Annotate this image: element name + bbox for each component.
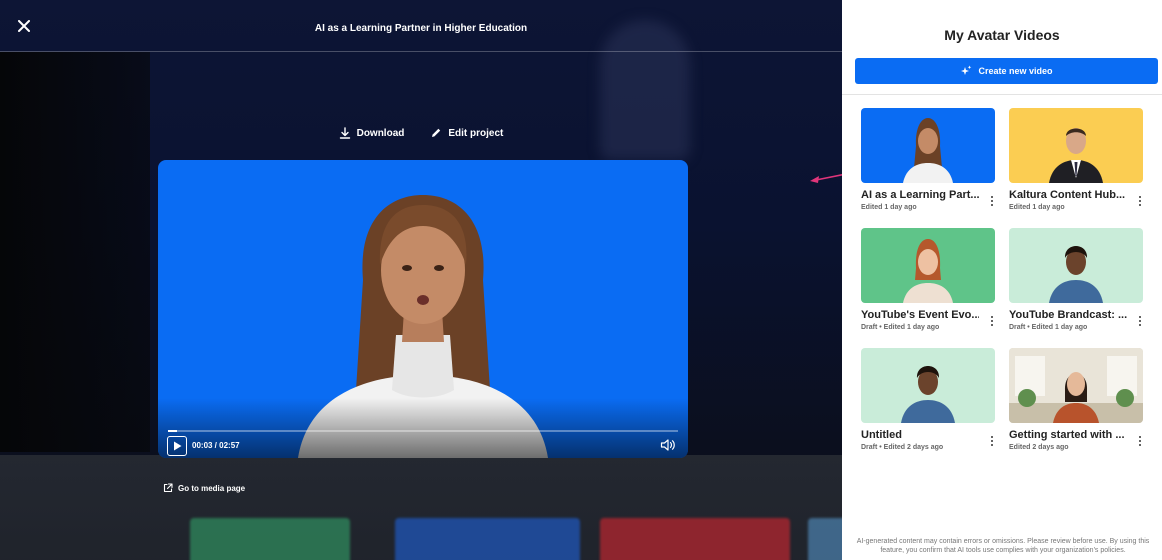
video-card-title: Untitled — [861, 429, 902, 441]
video-card-meta: Draft • Edited 1 day ago — [1009, 324, 1088, 331]
go-to-media-page-link[interactable]: Go to media page — [163, 483, 245, 493]
video-card-meta: Edited 2 days ago — [1009, 444, 1069, 451]
more-options-icon[interactable] — [1135, 194, 1145, 208]
video-grid: AI as a Learning Part... Edited 1 day ag… — [861, 108, 1143, 468]
video-thumbnail[interactable] — [861, 108, 995, 183]
edit-project-button[interactable]: Edit project — [430, 127, 503, 139]
more-options-icon[interactable] — [987, 434, 997, 448]
video-card-title: Getting started with ... — [1009, 429, 1125, 441]
video-card[interactable]: Kaltura Content Hub... Edited 1 day ago — [1009, 108, 1143, 228]
video-thumbnail[interactable] — [1009, 228, 1143, 303]
create-new-video-label: Create new video — [978, 66, 1053, 76]
edit-project-label: Edit project — [448, 127, 504, 139]
video-card[interactable]: YouTube Brandcast: ... Draft • Edited 1 … — [1009, 228, 1143, 348]
video-player[interactable]: 00:03 / 02:57 — [158, 160, 688, 458]
panel-title: My Avatar Videos — [944, 27, 1060, 43]
avatar-thumbnail-image — [1049, 128, 1103, 183]
background-card — [600, 518, 790, 560]
video-card-meta: Edited 1 day ago — [1009, 204, 1065, 211]
viewer-actions: Download Edit project — [0, 127, 842, 139]
video-card[interactable]: Untitled Draft • Edited 2 days ago — [861, 348, 995, 468]
video-card-title: YouTube's Event Evo... — [861, 309, 979, 321]
more-options-icon[interactable] — [1135, 314, 1145, 328]
progress-bar[interactable] — [168, 430, 678, 432]
background-card — [395, 518, 580, 560]
video-card-meta: Edited 1 day ago — [861, 204, 917, 211]
video-thumbnail[interactable] — [1009, 108, 1143, 183]
video-card[interactable]: YouTube's Event Evo... Draft • Edited 1 … — [861, 228, 995, 348]
download-icon — [339, 127, 350, 139]
video-title: AI as a Learning Partner in Higher Educa… — [314, 23, 528, 34]
play-icon — [174, 441, 182, 451]
video-thumbnail[interactable] — [1009, 348, 1143, 423]
avatar-thumbnail-image — [901, 366, 955, 423]
play-button[interactable] — [167, 436, 187, 456]
background-card — [808, 518, 842, 560]
video-card[interactable]: Getting started with ... Edited 2 days a… — [1009, 348, 1143, 468]
video-thumbnail[interactable] — [861, 228, 995, 303]
media-link-label: Go to media page — [178, 483, 246, 493]
sparkle-icon — [961, 65, 972, 75]
pointer-arrow-icon — [810, 173, 842, 183]
external-link-icon — [163, 483, 173, 493]
viewer-header: AI as a Learning Partner in Higher Educa… — [0, 0, 842, 52]
video-card-title: Kaltura Content Hub... — [1009, 189, 1126, 201]
avatar-thumbnail-image — [903, 239, 953, 303]
video-card-meta: Draft • Edited 1 day ago — [861, 324, 940, 331]
pencil-icon — [432, 128, 441, 137]
more-options-icon[interactable] — [987, 314, 997, 328]
divider — [842, 94, 1162, 95]
download-button[interactable]: Download — [339, 127, 405, 139]
avatar-thumbnail-image — [903, 118, 953, 183]
avatar-thumbnail-image — [1009, 348, 1143, 423]
avatar-thumbnail-image — [1049, 246, 1103, 303]
video-card-meta: Draft • Edited 2 days ago — [861, 444, 944, 451]
ai-disclaimer: AI-generated content may contain errors … — [856, 538, 1150, 554]
download-label: Download — [356, 127, 405, 139]
video-thumbnail[interactable] — [861, 348, 995, 423]
avatar-videos-panel: My Avatar Videos Create new video AI as … — [842, 0, 1162, 560]
volume-icon[interactable] — [660, 438, 676, 452]
more-options-icon[interactable] — [1135, 434, 1145, 448]
video-viewer: AI as a Learning Partner in Higher Educa… — [0, 0, 842, 560]
background-card — [190, 518, 350, 560]
video-card-title: AI as a Learning Part... — [861, 189, 979, 201]
create-new-video-button[interactable]: Create new video — [855, 58, 1158, 84]
viewer-shade — [0, 52, 150, 452]
progress-fill — [168, 430, 177, 432]
video-card-title: YouTube Brandcast: ... — [1009, 309, 1127, 321]
video-card[interactable]: AI as a Learning Part... Edited 1 day ag… — [861, 108, 995, 228]
more-options-icon[interactable] — [987, 194, 997, 208]
timecode: 00:03 / 02:57 — [192, 441, 240, 450]
